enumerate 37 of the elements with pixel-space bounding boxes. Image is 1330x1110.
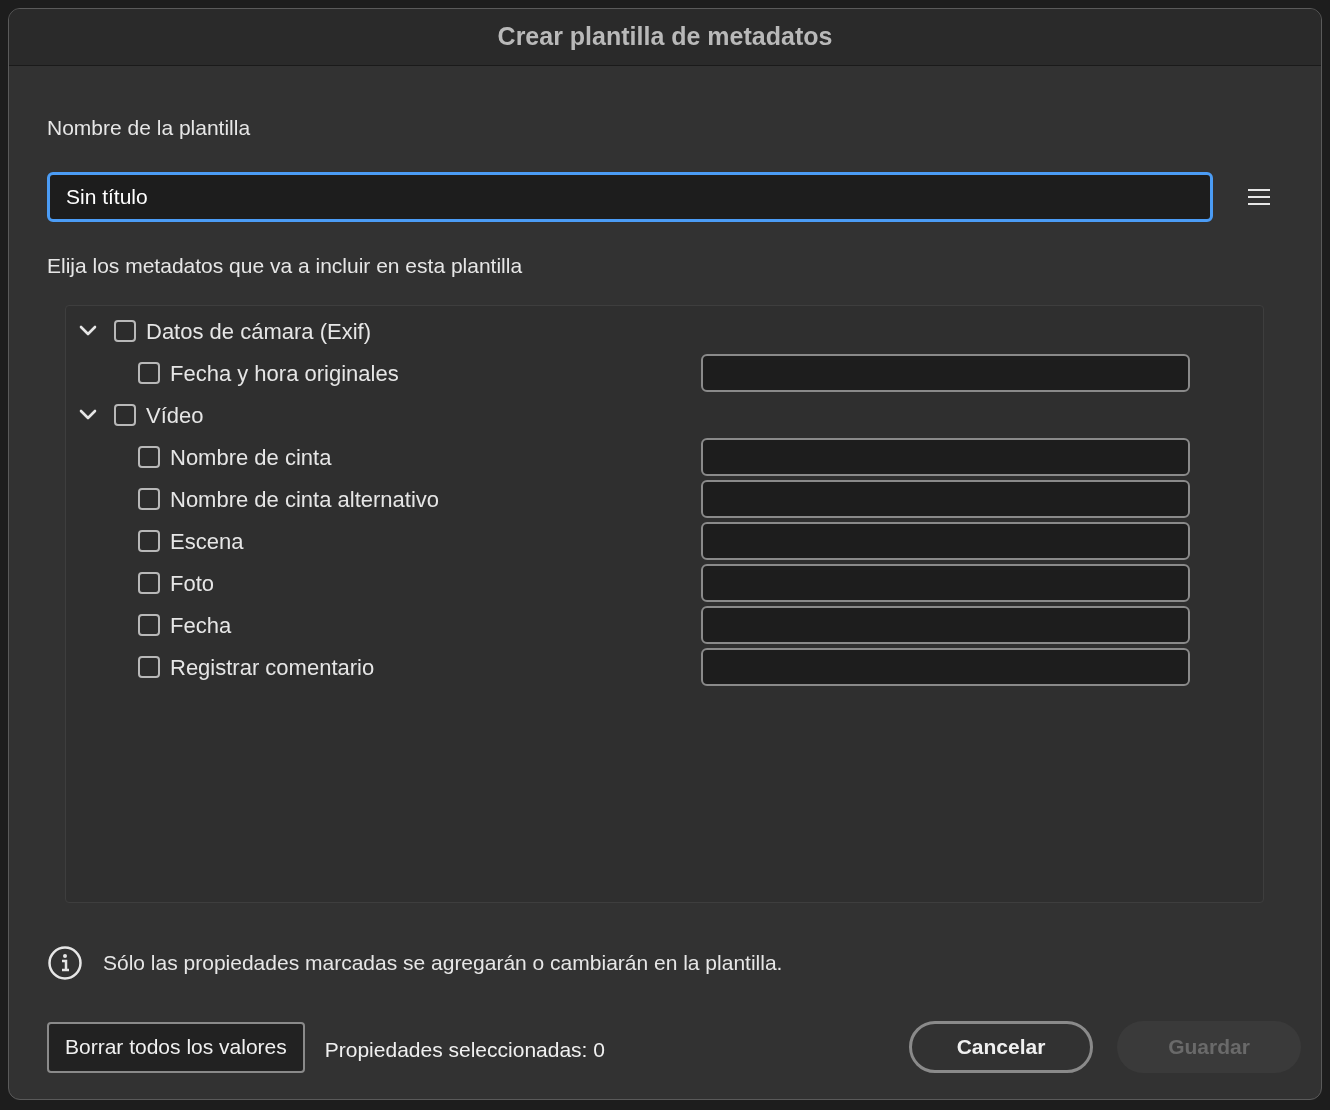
property-label: Nombre de cinta alternativo: [170, 485, 440, 514]
checkbox[interactable]: [138, 530, 160, 552]
property-value-field[interactable]: [701, 438, 1190, 476]
group-label: Vídeo: [146, 401, 204, 430]
note-text: Sólo las propiedades marcadas se agregarán o cambiarán en la plantilla.: [103, 950, 783, 977]
checkbox[interactable]: [138, 446, 160, 468]
window-title: Crear plantilla de metadatos: [497, 21, 833, 53]
chevron-icon[interactable]: [78, 324, 98, 338]
property-label: Fecha: [170, 611, 232, 640]
chevron-icon[interactable]: [78, 408, 98, 422]
property-value-field[interactable]: [701, 606, 1190, 644]
instruction-text: Elija los metadatos que va a incluir en esta plantilla: [47, 252, 524, 279]
clear-values-button[interactable]: Borrar todos los valores: [47, 1021, 305, 1073]
property-label: Nombre de cinta: [170, 443, 332, 472]
property-value-field[interactable]: [701, 648, 1190, 686]
checkbox[interactable]: [138, 362, 160, 384]
property-value-field[interactable]: [701, 522, 1190, 560]
property-value-field[interactable]: [701, 480, 1190, 518]
checkbox[interactable]: [138, 656, 160, 678]
menu-icon[interactable]: [1247, 187, 1271, 206]
field-label: Nombre de la plantilla: [47, 115, 252, 141]
checkbox[interactable]: [138, 488, 160, 510]
checkbox[interactable]: [138, 614, 160, 636]
property-label: Escena: [170, 527, 244, 556]
property-value-field[interactable]: [701, 354, 1190, 392]
property-label: Fecha y hora originales: [170, 359, 399, 388]
info-icon: [47, 945, 83, 981]
property-label: Foto: [170, 569, 215, 598]
property-label: Registrar comentario: [170, 653, 375, 682]
checkbox[interactable]: [114, 404, 136, 426]
property-value-field[interactable]: [701, 564, 1190, 602]
checkbox[interactable]: [114, 320, 136, 342]
checkbox[interactable]: [138, 572, 160, 594]
selected-count: Propiedades seleccionadas: 0: [324, 1037, 605, 1064]
template-name-field[interactable]: Sin título: [47, 171, 1213, 222]
cancel-button[interactable]: Cancelar: [909, 1021, 1093, 1073]
group-label: Datos de cámara (Exif): [146, 317, 371, 346]
